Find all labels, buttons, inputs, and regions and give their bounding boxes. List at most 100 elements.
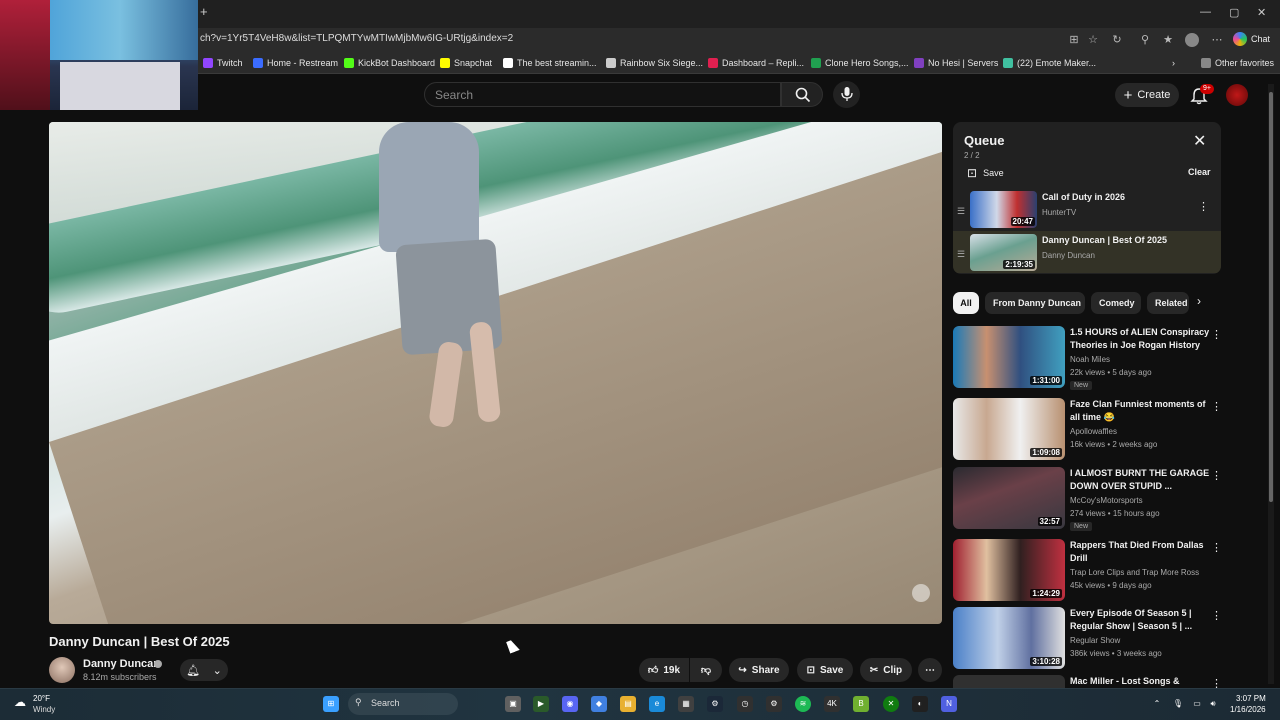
clock-date[interactable]: 1/16/2026 [1230,705,1266,714]
onenote-icon[interactable]: N [941,696,957,712]
queue-save-button[interactable]: ⊡ Save [967,166,1004,180]
search-input[interactable]: Search [424,82,781,107]
like-button[interactable]: 👍︎ 19k [639,658,689,682]
split-screen-icon[interactable]: ⊞ [1067,33,1081,47]
show-hidden-icons-chevron-icon[interactable]: ⌃ [1149,696,1165,712]
weather-condition[interactable]: Windy [33,705,55,714]
queue-item-title[interactable]: Danny Duncan | Best Of 2025 [1042,235,1192,245]
channel-watermark-icon[interactable] [912,584,930,602]
other-favorites[interactable]: Other favorites [1201,58,1274,68]
url-text[interactable]: ch?v=1Yr5T4VeH8w&list=TLPQMTYwMTIwMjbMw6… [200,33,513,44]
favorite-star-icon[interactable]: ☆ [1086,33,1100,47]
minimize-icon[interactable]: — [1200,6,1211,18]
weather-icon[interactable]: ☁ [12,694,28,710]
recommendation-thumbnail[interactable]: 1:09:08 [953,398,1065,460]
queue-thumbnail[interactable]: 20:47 [970,191,1037,228]
obs-icon[interactable]: ◐ [912,696,928,712]
microphone-tray-icon[interactable]: 🎙︎ [1170,696,1186,712]
recommendation-item[interactable]: 3:10:28 Every Episode Of Season 5 | Regu… [953,607,1228,669]
chevron-right-icon[interactable]: › [1197,294,1201,308]
b-app-icon[interactable]: B [853,696,869,712]
drag-handle-icon[interactable]: ☰ [957,206,967,217]
copilot-chat-button[interactable]: Chat [1233,32,1270,46]
channel-name[interactable]: Danny Duncan [83,658,160,670]
bookmark-emote[interactable]: (22) Emote Maker... [1003,58,1096,68]
steam-icon[interactable]: ⚙ [707,696,723,712]
recommendation-item[interactable]: Mac Miller - Lost Songs & ⋮ [953,675,1228,688]
bookmark-r6[interactable]: Rainbow Six Siege... [606,58,703,68]
drag-handle-icon[interactable]: ☰ [957,249,967,260]
extensions-icon[interactable]: ⚲ [1138,33,1152,47]
bookmark-nohesi[interactable]: No Hesi | Servers [914,58,998,68]
close-icon[interactable]: ✕ [1193,134,1206,150]
recommendation-thumbnail[interactable]: 1:24:29 [953,539,1065,601]
menu-dots-icon[interactable]: ⋯ [1210,33,1224,47]
more-vertical-icon[interactable]: ⋮ [1211,609,1222,622]
recommendation-title[interactable]: Faze Clan Funniest moments of all time 😂 [1070,398,1210,424]
user-avatar[interactable] [1226,84,1248,106]
start-icon[interactable]: ⊞ [323,696,339,712]
bookmark-clonehero[interactable]: Clone Hero Songs,... [811,58,909,68]
create-button[interactable]: + Create [1115,83,1179,107]
close-window-icon[interactable]: ✕ [1257,6,1266,19]
recommendation-thumbnail[interactable]: 3:10:28 [953,607,1065,669]
search-button[interactable] [781,82,823,107]
file-explorer-icon[interactable]: ▤ [620,696,636,712]
new-tab-icon[interactable]: + [200,4,208,19]
recommendation-title[interactable]: Every Episode Of Season 5 | Regular Show… [1070,607,1210,633]
recommendation-channel[interactable]: Regular Show [1070,636,1120,645]
discord-icon[interactable]: ◉ [562,696,578,712]
refresh-icon[interactable]: ↻ [1110,33,1124,47]
queue-clear-button[interactable]: Clear [1188,167,1211,177]
more-actions-button[interactable]: ⋯ [918,658,942,682]
favorites-icon[interactable]: ★ [1161,33,1175,47]
voice-search-button[interactable] [833,81,860,108]
chip-comedy[interactable]: Comedy [1091,292,1141,314]
bookmark-streaming[interactable]: The best streamin... [503,58,597,68]
recommendation-title[interactable]: Rappers That Died From Dallas Drill [1070,539,1210,565]
queue-item-active[interactable]: ☰ 2:19:35 Danny Duncan | Best Of 2025 Da… [953,231,1221,273]
recommendation-thumbnail[interactable]: 32:57 [953,467,1065,529]
store-icon[interactable]: ▦ [678,696,694,712]
recommendation-channel[interactable]: Trap Lore Clips and Trap More Ross [1070,568,1199,577]
share-button[interactable]: ↪ Share [729,658,789,682]
queue-thumbnail[interactable]: 2:19:35 [970,234,1037,271]
recommendation-thumbnail[interactable]: 1:31:00 [953,326,1065,388]
save-button[interactable]: ⊡ Save [797,658,853,682]
edge-icon[interactable]: e [649,696,665,712]
more-vertical-icon[interactable]: ⋮ [1211,677,1222,688]
clip-button[interactable]: ✂ Clip [860,658,912,682]
nvidia-icon[interactable]: ▶ [533,696,549,712]
queue-item-title[interactable]: Call of Duty in 2026 [1042,192,1192,202]
recommendation-channel[interactable]: McCoy'sMotorsports [1070,496,1143,505]
recommendation-title[interactable]: 1.5 HOURS of ALIEN Conspiracy Theories i… [1070,326,1210,352]
copilot-app-icon[interactable]: ◆ [591,696,607,712]
dislike-button[interactable]: 👎︎ [690,658,722,682]
recommendation-item[interactable]: 1:24:29 Rappers That Died From Dallas Dr… [953,539,1228,601]
more-vertical-icon[interactable]: ⋮ [1211,328,1222,341]
bookmark-kickbot[interactable]: KickBot Dashboard [344,58,435,68]
more-vertical-icon[interactable]: ⋮ [1211,541,1222,554]
chip-from-channel[interactable]: From Danny Duncan [985,292,1085,314]
bookmark-twitch[interactable]: Twitch [203,58,243,68]
maximize-icon[interactable]: ▢ [1229,6,1239,19]
clock-time[interactable]: 3:07 PM [1236,694,1266,703]
settings-icon[interactable]: ⚙ [766,696,782,712]
bookmark-restream[interactable]: Home - Restream [253,58,338,68]
channel-avatar[interactable] [49,657,75,683]
subscribed-notifications-button[interactable]: 🔔︎ ⌄ [180,659,228,681]
taskbar-search[interactable]: ⚲ Search [348,693,458,715]
bookmark-repli[interactable]: Dashboard – Repli... [708,58,804,68]
video-player[interactable] [49,122,942,624]
scrollbar-thumb[interactable] [1269,92,1273,502]
clock-app-icon[interactable]: ◷ [737,696,753,712]
xbox-icon[interactable]: ✕ [883,696,899,712]
recommendation-channel[interactable]: Apollowaffles [1070,427,1117,436]
recommendation-item[interactable]: 32:57 I ALMOST BURNT THE GARAGE DOWN OVE… [953,467,1228,531]
recommendation-item[interactable]: 1:09:08 Faze Clan Funniest moments of al… [953,398,1228,460]
monitor-tray-icon[interactable]: ▭ [1189,696,1205,712]
bookmark-snapchat[interactable]: Snapchat [440,58,492,68]
4k-app-icon[interactable]: 4K [824,696,840,712]
recommendation-title[interactable]: I ALMOST BURNT THE GARAGE DOWN OVER STUP… [1070,467,1210,493]
spotify-icon[interactable]: ≋ [795,696,811,712]
